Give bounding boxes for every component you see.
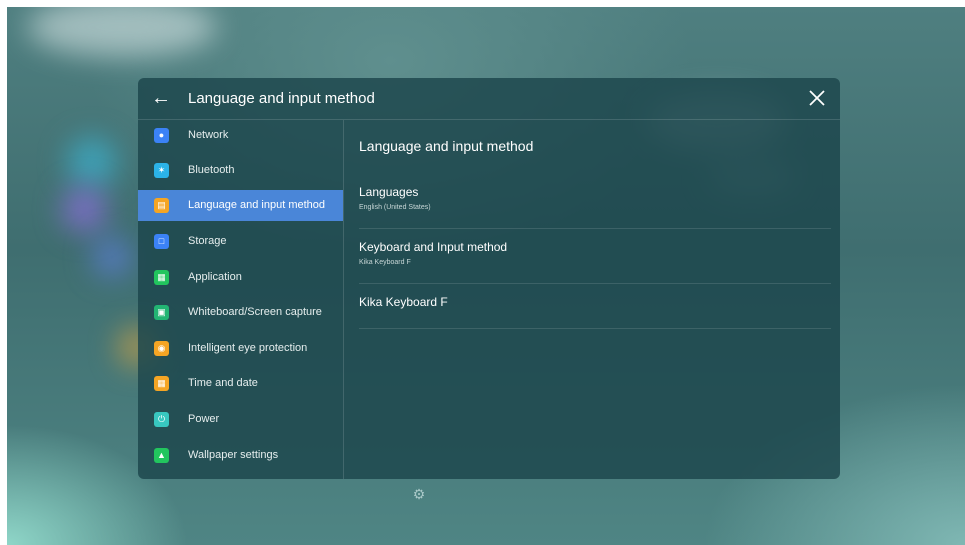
back-arrow-icon[interactable]: ← [150,87,172,109]
settings-content: Language and input method Languages Engl… [344,120,840,479]
power-icon: ⏻ [154,412,169,427]
sidebar-item-application[interactable]: ▦ Application [138,262,343,293]
eye-icon: ◉ [154,341,169,356]
sidebar-item-storage[interactable]: □ Storage [138,226,343,257]
storage-icon: □ [154,234,169,249]
sidebar-item-label: Bluetooth [188,164,235,176]
panel-header: ← Language and input method [138,78,840,120]
sidebar-item-eye-protection[interactable]: ◉ Intelligent eye protection [138,333,343,364]
blurred-app-icon [62,187,107,232]
settings-gear-icon[interactable]: ⚙ [412,487,426,501]
keyboard-icon: ▤ [154,198,169,213]
sidebar-item-label: Language and input method [188,199,326,211]
close-icon[interactable] [806,87,828,109]
settings-panel: ← Language and input method ● Network ✶ … [138,78,840,479]
row-subtitle: Kika Keyboard F [359,259,411,266]
blurred-widget [27,7,217,57]
row-subtitle: English (United States) [359,204,431,211]
sidebar-item-network[interactable]: ● Network [138,120,343,151]
row-title: Keyboard and Input method [359,240,508,254]
screen-capture-icon: ▣ [154,305,169,320]
sidebar-item-label: Storage [188,235,227,247]
sidebar-item-language[interactable]: ▤ Language and input method [138,190,343,221]
sidebar-item-label: Network [188,129,229,141]
bluetooth-icon: ✶ [154,163,169,178]
blurred-app-icon [67,137,117,187]
sidebar-item-label: Wallpaper settings [188,449,279,461]
sidebar-item-label: Application [188,271,242,283]
sidebar-item-label: Time and date [188,377,258,389]
row-title: Kika Keyboard F [359,295,448,309]
kika-keyboard-row[interactable]: Kika Keyboard F [359,290,831,329]
apps-grid-icon: ▦ [154,270,169,285]
blurred-app-icon [92,237,132,277]
section-title: Language and input method [359,138,534,154]
sidebar-item-label: Intelligent eye protection [188,342,308,354]
sidebar-item-whiteboard[interactable]: ▣ Whiteboard/Screen capture [138,297,343,328]
wallpaper-icon: ▲ [154,448,169,463]
sidebar-item-power[interactable]: ⏻ Power [138,404,343,435]
page-title: Language and input method [188,90,375,107]
row-title: Languages [359,185,419,199]
keyboard-input-method-row[interactable]: Keyboard and Input method Kika Keyboard … [359,235,831,284]
sidebar-item-bluetooth[interactable]: ✶ Bluetooth [138,155,343,186]
calendar-icon: ▦ [154,376,169,391]
sidebar-item-time-date[interactable]: ▦ Time and date [138,368,343,399]
sidebar-item-label: Power [188,413,220,425]
languages-row[interactable]: Languages English (United States) [359,180,831,229]
sidebar-item-wallpaper[interactable]: ▲ Wallpaper settings [138,440,343,471]
sidebar-item-label: Whiteboard/Screen capture [188,306,322,318]
settings-sidebar: ● Network ✶ Bluetooth ▤ Language and inp… [138,120,344,479]
globe-icon: ● [154,128,169,143]
